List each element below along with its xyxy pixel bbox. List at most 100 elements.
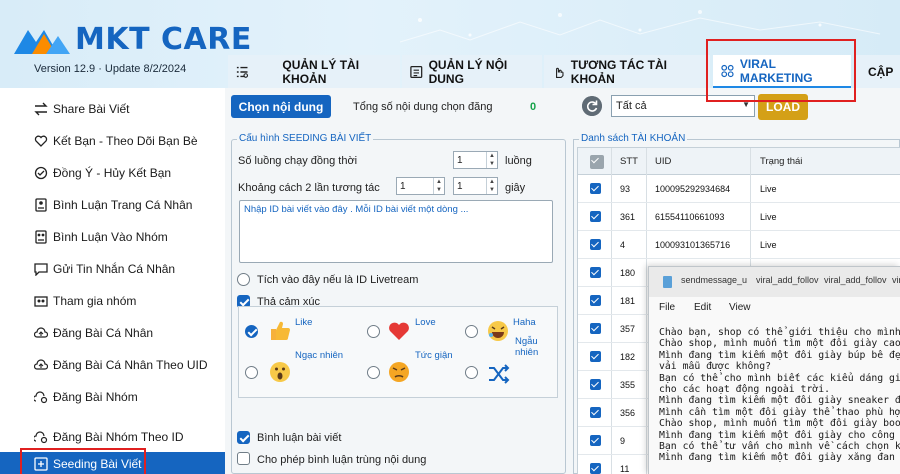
sidebar-item-comment-group[interactable]: Bình Luận Vào Nhóm: [0, 221, 225, 253]
haha-checkbox[interactable]: [465, 325, 478, 338]
row-stt: 357: [620, 324, 636, 334]
post-id-textarea[interactable]: Nhập ID bài viết vào đây . Mỗi ID bài vi…: [239, 200, 553, 263]
wow-checkbox[interactable]: [245, 366, 258, 379]
notepad-window[interactable]: sendmessage_u viral_add_follov viral_add…: [648, 266, 900, 474]
tab-content-management[interactable]: QUẢN LÝ NỘI DUNG: [402, 55, 542, 88]
chevron-down-icon: ▼: [742, 100, 750, 109]
row-checkbox[interactable]: [590, 183, 601, 194]
livestream-checkbox[interactable]: [237, 273, 250, 286]
sidebar-item-join-group[interactable]: Tham gia nhóm: [0, 285, 225, 317]
angry-checkbox[interactable]: [367, 366, 380, 379]
row-stt: 93: [620, 184, 631, 194]
row-checkbox[interactable]: [590, 267, 601, 278]
tab-update[interactable]: CẬP: [854, 55, 900, 88]
table-row[interactable]: 4 100093101365716 Live: [578, 231, 900, 259]
shuffle-icon: [489, 364, 510, 384]
account-filter-select[interactable]: Tất cả ▼: [611, 95, 755, 117]
hand-pointer-icon: [556, 67, 564, 78]
notepad-line: Mình đang tìm kiếm một đôi giày sneaker …: [659, 395, 900, 407]
total-content-count: 0: [530, 101, 537, 113]
interval-from-value: 1: [400, 180, 406, 192]
notepad-tab[interactable]: sendmessage_u: [681, 275, 747, 285]
notepad-line: Bạn có thể tư vấn cho mình về cách chọn …: [659, 441, 900, 453]
row-checkbox[interactable]: [590, 379, 601, 390]
cloud-upload-icon: [34, 359, 48, 370]
sidebar-item-seeding-post[interactable]: Seeding Bài Viết: [0, 452, 225, 474]
menu-file[interactable]: File: [659, 302, 675, 313]
stepper-arrows-icon[interactable]: ▲ ▼: [486, 152, 497, 168]
message-icon: [34, 263, 48, 276]
sidebar-item-group-post[interactable]: Đăng Bài Nhóm: [0, 381, 225, 413]
menu-view[interactable]: View: [729, 302, 751, 313]
row-checkbox[interactable]: [590, 435, 601, 446]
notepad-line: cho các hoạt động ngoài trời.: [659, 384, 831, 396]
emotion-options: Like Love Haha Ngạc nhiên Tức giận Ngẫu …: [238, 306, 558, 398]
refresh-icon[interactable]: [582, 96, 602, 116]
tab-account-management[interactable]: QUẢN LÝ TÀI KHOẢN: [228, 55, 400, 88]
love-checkbox[interactable]: [367, 325, 380, 338]
row-checkbox[interactable]: [590, 407, 601, 418]
love-icon: [389, 322, 409, 340]
threads-unit: luồng: [505, 155, 532, 167]
sidebar: Share Bài Viết Kết Bạn - Theo Dõi Bạn Bè…: [0, 88, 225, 474]
row-checkbox[interactable]: [590, 351, 601, 362]
stepper-arrows-icon[interactable]: ▲ ▼: [486, 178, 497, 194]
row-checkbox[interactable]: [590, 295, 601, 306]
angry-label: Tức giận: [415, 350, 453, 361]
sidebar-item-add-friend[interactable]: Kết Bạn - Theo Dõi Bạn Bè: [0, 125, 225, 157]
duplicate-comment-checkbox[interactable]: [237, 452, 250, 465]
menu-edit[interactable]: Edit: [694, 302, 711, 313]
row-stt: 4: [620, 240, 626, 250]
row-uid: 100093101365716: [655, 240, 731, 250]
row-stt: 9: [620, 436, 626, 446]
sidebar-item-accept-friend[interactable]: Đồng Ý - Hủy Kết Bạn: [0, 157, 225, 189]
sidebar-item-label: Share Bài Viết: [53, 102, 130, 116]
notepad-text[interactable]: Chào bạn, shop có thể giới thiệu cho mìn…: [659, 327, 900, 464]
tab-label: QUẢN LÝ NỘI DUNG: [428, 57, 508, 86]
sidebar-item-personal-post[interactable]: Đăng Bài Cá Nhân: [0, 317, 225, 349]
interval-to-stepper[interactable]: 1 ▲ ▼: [453, 177, 498, 195]
sidebar-item-comment-profile[interactable]: Bình Luận Trang Cá Nhân: [0, 189, 225, 221]
random-label: Ngẫu nhiên: [515, 336, 539, 358]
notepad-tab[interactable]: vira: [892, 275, 900, 285]
sidebar-item-group-post-id[interactable]: Đăng Bài Nhóm Theo ID: [0, 421, 225, 453]
mkt-logo-icon: [14, 30, 70, 54]
notepad-tab[interactable]: viral_add_follov: [756, 275, 819, 285]
interval-from-stepper[interactable]: 1 ▲ ▼: [396, 177, 445, 195]
load-button[interactable]: LOAD: [758, 94, 808, 120]
sidebar-item-label: Bình Luận Vào Nhóm: [53, 230, 168, 244]
sidebar-item-share-post[interactable]: Share Bài Viết: [0, 93, 225, 125]
select-all-checkbox[interactable]: [590, 155, 604, 169]
table-row[interactable]: 361 61554110661093 Live: [578, 203, 900, 231]
sidebar-item-label: Gửi Tin Nhắn Cá Nhân: [53, 262, 176, 276]
wow-label: Ngạc nhiên: [295, 350, 344, 361]
livestream-label: Tích vào đây nếu là ID Livetream: [257, 274, 419, 286]
choose-content-button[interactable]: Chọn nội dung: [231, 95, 331, 118]
threads-stepper[interactable]: 1 ▲ ▼: [453, 151, 498, 169]
seeding-config-group: Cấu hình SEEDING BÀI VIẾT Số luồng chạy …: [231, 133, 566, 474]
notepad-tab[interactable]: viral_add_follov: [824, 275, 887, 285]
random-checkbox[interactable]: [465, 366, 478, 379]
tab-viral-marketing[interactable]: VIRAL MARKETING: [713, 55, 851, 88]
column-header-uid: UID: [655, 156, 672, 167]
row-stt: 356: [620, 408, 636, 418]
tab-label: CẬP: [868, 64, 894, 79]
table-row[interactable]: 93 100095292934684 Live: [578, 175, 900, 203]
interval-label: Khoảng cách 2 lần tương tác: [238, 182, 380, 194]
notepad-line: Mình đang tìm kiếm một đôi giày xăng đan…: [659, 452, 900, 464]
row-checkbox[interactable]: [590, 239, 601, 250]
app-version: Version 12.9 · Update 8/2/2024: [34, 63, 187, 75]
stepper-arrows-icon[interactable]: ▲ ▼: [433, 178, 444, 194]
sidebar-item-send-message[interactable]: Gửi Tin Nhắn Cá Nhân: [0, 253, 225, 285]
sidebar-item-label: Seeding Bài Viết: [53, 457, 142, 471]
sidebar-item-label: Đăng Bài Nhóm Theo ID: [53, 430, 184, 444]
row-checkbox[interactable]: [590, 323, 601, 334]
tab-account-interaction[interactable]: TƯƠNG TÁC TÀI KHOẢN: [544, 55, 710, 88]
like-icon: [271, 321, 290, 340]
comment-checkbox[interactable]: [237, 431, 250, 444]
like-checkbox[interactable]: [245, 325, 258, 338]
row-checkbox[interactable]: [590, 211, 601, 222]
accounts-legend: Danh sách TÀI KHOẢN: [579, 133, 688, 144]
sidebar-item-personal-post-uid[interactable]: Đăng Bài Cá Nhân Theo UID: [0, 349, 225, 381]
row-checkbox[interactable]: [590, 463, 601, 474]
